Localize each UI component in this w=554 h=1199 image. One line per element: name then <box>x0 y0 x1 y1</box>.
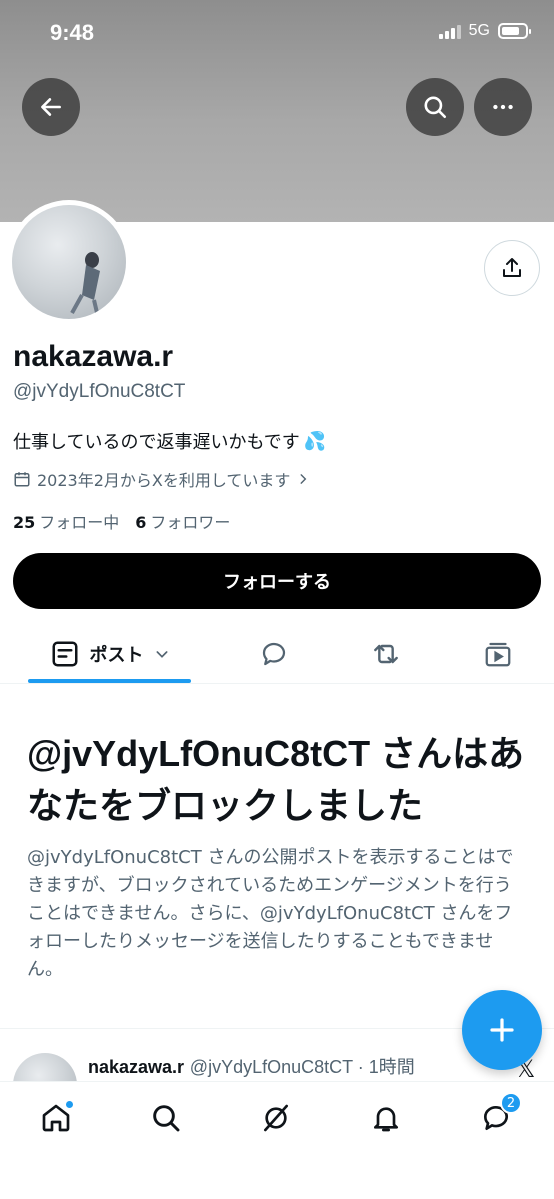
following-count: 25 <box>13 513 36 532</box>
bio-text: 仕事しているので返事遅いかもです <box>13 432 300 453</box>
nav-messages[interactable]: 2 <box>476 1092 522 1138</box>
search-button[interactable] <box>406 78 464 136</box>
search-icon <box>424 96 447 119</box>
avatar-image <box>12 205 126 319</box>
more-horizontal-icon <box>493 104 513 110</box>
home-notification-dot <box>65 1100 74 1109</box>
bell-icon <box>374 1107 398 1132</box>
joined-date[interactable]: 2023年2月からXを利用しています <box>13 467 310 491</box>
compose-button[interactable] <box>462 990 542 1070</box>
repost-icon <box>374 644 398 664</box>
follow-button[interactable]: フォローする <box>13 553 541 609</box>
nav-home[interactable] <box>36 1098 76 1138</box>
grok-icon <box>264 1104 288 1132</box>
post-meta: nakazawa.r @jvYdyLfOnuC8tCT · 1時間 <box>88 1053 415 1079</box>
followers-link[interactable]: 6 フォロワー <box>135 509 230 533</box>
avatar-figure <box>70 252 100 318</box>
tab-posts[interactable]: ポスト <box>28 624 191 684</box>
profile-bio: 仕事しているので返事遅いかもです 💦 <box>13 428 326 454</box>
search-icon <box>153 1105 180 1132</box>
arrow-left-icon <box>41 98 61 116</box>
user-handle: @jvYdyLfOnuC8tCT <box>13 381 186 402</box>
tab-media[interactable] <box>472 624 524 684</box>
chevron-right-icon <box>300 474 307 484</box>
nav-notifications[interactable] <box>366 1098 406 1138</box>
profile-tabs: ポスト <box>0 624 554 684</box>
chevron-down-icon <box>156 651 167 658</box>
network-label: 5G <box>468 22 490 39</box>
status-bar: 9:48 5G <box>0 0 554 70</box>
following-label: フォロー中 <box>39 513 120 532</box>
followers-count: 6 <box>135 513 147 532</box>
status-indicators: 5G <box>438 22 531 40</box>
post-author-name: nakazawa.r <box>88 1057 185 1077</box>
display-name: nakazawa.r <box>13 340 174 373</box>
plus-icon <box>490 1018 514 1042</box>
follow-stats: 25 フォロー中 6 フォロワー <box>13 509 230 533</box>
followers-label: フォロワー <box>150 513 231 532</box>
back-button[interactable] <box>22 78 80 136</box>
more-button[interactable] <box>474 78 532 136</box>
post-icon <box>52 641 77 667</box>
tab-posts-label: ポスト <box>89 645 144 666</box>
media-icon <box>485 642 511 667</box>
nav-search[interactable] <box>146 1098 186 1138</box>
messages-badge: 2 <box>500 1092 522 1114</box>
bottom-navigation: 2 <box>0 1081 554 1199</box>
tab-reposts[interactable] <box>360 624 412 684</box>
blocked-title: @jvYdyLfOnuC8tCT さんはあなたをブロックしました <box>27 733 525 826</box>
nav-grok[interactable] <box>256 1098 296 1138</box>
following-link[interactable]: 25 フォロー中 <box>13 509 119 533</box>
post-avatar[interactable] <box>13 1053 77 1081</box>
sweat-droplets-icon: 💦 <box>303 430 327 452</box>
post-handle-time: @jvYdyLfOnuC8tCT · 1時間 <box>189 1057 415 1077</box>
share-icon <box>503 258 521 277</box>
joined-text: 2023年2月からXを利用しています <box>37 471 291 490</box>
share-button[interactable] <box>484 240 540 296</box>
tab-replies[interactable] <box>248 624 300 684</box>
profile-avatar[interactable] <box>7 200 131 324</box>
active-tab-indicator <box>28 679 191 683</box>
calendar-icon <box>14 472 30 487</box>
signal-icon <box>438 23 461 39</box>
status-time: 9:48 <box>50 20 95 45</box>
battery-icon <box>498 23 531 39</box>
blocked-description: @jvYdyLfOnuC8tCT さんの公開ポストを表示することはできますが、ブ… <box>27 847 514 980</box>
reply-icon <box>262 642 286 666</box>
